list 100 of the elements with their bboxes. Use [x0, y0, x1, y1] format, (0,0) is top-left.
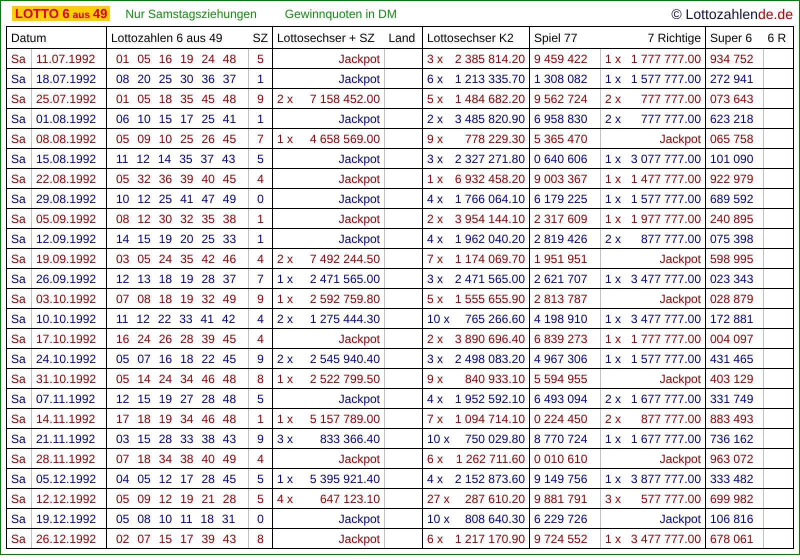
table-cell: 2 813 787	[530, 288, 600, 308]
lotto-number: 14	[158, 152, 172, 166]
payout-amount: 1 577 777.00	[630, 352, 701, 366]
table-cell: Sa	[6, 528, 32, 548]
lotto-number: 25	[201, 232, 215, 246]
table-cell: 073 643	[706, 88, 764, 108]
lotto-number: 25	[158, 72, 172, 86]
lotto-number: 25	[158, 192, 172, 206]
winner-count: 2 x	[605, 392, 622, 406]
table-cell: 25.07.1992	[32, 88, 106, 108]
lotto-number: 41	[200, 312, 214, 326]
lotto-number: 19	[158, 232, 172, 246]
lotto-number: 20	[180, 232, 194, 246]
lotto-number: 10	[158, 132, 172, 146]
payout-amount: 1 217 170.90	[454, 532, 525, 546]
table-cell: 26.12.1992	[32, 528, 106, 548]
table-cell: Sa	[6, 368, 32, 388]
table-cell: Sa	[6, 408, 32, 428]
lotto-number: 02	[116, 532, 130, 546]
winner-count: 3 x	[605, 492, 622, 506]
table-cell: 963 072	[706, 448, 764, 468]
lotto-number: 40	[201, 452, 215, 466]
table-cell: 5	[248, 468, 272, 488]
lotto-number: 48	[222, 392, 236, 406]
winner-count: 2 x	[605, 112, 622, 126]
table-cell: 10.10.1992	[32, 308, 106, 328]
table-cell: 0 010 610	[530, 448, 600, 468]
payout-amount: 778 229.30	[464, 132, 525, 146]
winner-count: 1 x	[605, 272, 622, 286]
table-cell: 15.08.1992	[32, 148, 106, 168]
table-cell: Jackpot	[272, 388, 384, 408]
table-cell: 11.07.1992	[32, 48, 106, 68]
lotto-number: 46	[201, 412, 215, 426]
table-cell: Jackpot	[272, 68, 384, 88]
table-cell: Sa	[6, 128, 32, 148]
payout-amount: 3 477 777.00	[630, 312, 701, 326]
table-cell: 7	[248, 128, 272, 148]
table-cell: Jackpot	[272, 168, 384, 188]
winner-count: 9 x	[427, 372, 444, 386]
table-cell: 07.11.1992	[32, 388, 106, 408]
lotto-number: 06	[116, 112, 130, 126]
column-header: Lottosechser K2	[422, 26, 530, 48]
table-cell: 922 979	[706, 168, 764, 188]
lotto-number: 17	[180, 472, 194, 486]
table-cell: 29.08.1992	[32, 188, 106, 208]
table-cell: 0	[248, 188, 272, 208]
table-cell: 5	[248, 488, 272, 508]
winner-count: 4 x	[427, 392, 444, 406]
winner-count: 1 x	[605, 212, 622, 226]
lotto-number: 39	[201, 532, 215, 546]
table-cell: 4 967 306	[530, 348, 600, 368]
lotto-number: 12	[116, 392, 130, 406]
payout-amount: 777 777.00	[640, 112, 701, 126]
table-cell: Sa	[6, 448, 32, 468]
lotto-number: 19	[180, 52, 194, 66]
nav-link[interactable]: Gewinnquoten in DM	[284, 6, 397, 20]
lotto-number: 07	[116, 292, 130, 306]
lotto-number: 05	[116, 492, 130, 506]
site-brand[interactable]: © Lottozahlende.de	[671, 6, 793, 22]
winner-count: 1 x	[277, 292, 294, 306]
table-cell: 4	[248, 168, 272, 188]
lotto-number: 14	[137, 372, 151, 386]
payout-amount: 1 977 777.00	[630, 212, 701, 226]
table-cell: 9 003 367	[530, 168, 600, 188]
payout-amount: 2 522 799.50	[310, 372, 380, 386]
lotto-number: 18	[158, 92, 172, 106]
winner-count: 1 x	[605, 332, 622, 346]
lotto-number: 20	[137, 72, 151, 86]
lotto-number: 05	[116, 132, 130, 146]
winner-count: 2 x	[277, 92, 294, 106]
lotto-number: 08	[116, 72, 130, 86]
table-cell: Jackpot	[600, 368, 706, 388]
lotto-number: 25	[201, 112, 215, 126]
table-cell: 4 198 910	[530, 308, 600, 328]
lotto-number: 14	[116, 232, 130, 246]
payout-amount: 1 766 064.10	[454, 192, 525, 206]
lotto-number: 41	[222, 112, 236, 126]
table-cell: 0 224 450	[530, 408, 600, 428]
nav-link[interactable]: Nur Samstagsziehungen	[125, 6, 257, 20]
lotto-number: 18	[200, 512, 214, 526]
payout-amount: 1 213 335.70	[454, 72, 525, 86]
table-cell: 9 149 756	[530, 468, 600, 488]
table-cell: 623 218	[706, 108, 764, 128]
table-cell: 9 881 791	[530, 488, 600, 508]
winner-count: 10 x	[427, 312, 450, 326]
lotto-number: 24	[158, 252, 172, 266]
payout-amount: 647 123.10	[320, 492, 380, 506]
payout-amount: 3 077 777.00	[630, 152, 701, 166]
winner-count: 2 x	[277, 312, 294, 326]
lotto-number: 43	[222, 152, 236, 166]
payout-amount: 4 658 569.00	[310, 132, 380, 146]
payout-amount: 1 577 777.00	[630, 192, 701, 206]
payout-amount: 1 174 069.70	[454, 252, 525, 266]
lotto-number: 28	[201, 272, 215, 286]
table-cell: Jackpot	[272, 328, 384, 348]
lotto-number: 28	[201, 472, 215, 486]
table-cell: Sa	[6, 508, 32, 528]
lotto-number: 49	[222, 452, 236, 466]
lotto-number: 26	[158, 332, 172, 346]
table-cell: 12.09.1992	[32, 228, 106, 248]
